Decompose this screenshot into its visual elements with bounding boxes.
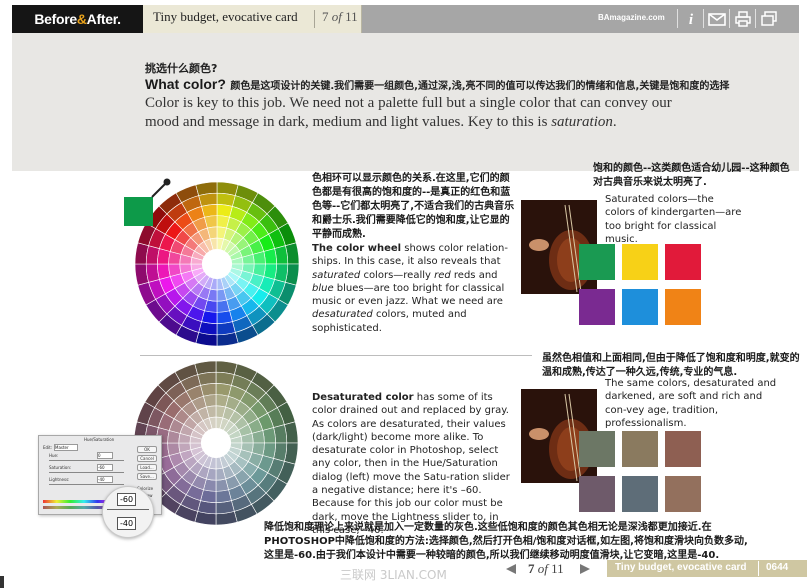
saturation-label: Saturation:: [49, 465, 72, 470]
section-divider: [140, 355, 532, 356]
saturation-field[interactable]: -60: [97, 464, 113, 471]
right1-en: Saturated colors—the colors of kindergar…: [605, 194, 742, 245]
saturated-swatch: [622, 244, 658, 280]
eyedropper-icon: [151, 178, 171, 198]
dialog-title: Hue/Saturation: [84, 437, 115, 442]
lightness-slider[interactable]: [49, 484, 124, 485]
next-arrow-icon[interactable]: [578, 563, 592, 575]
section2-text: Desaturated color has some of its color …: [312, 392, 510, 536]
intro-body-en-line2: mood and message in dark, medium and lig…: [145, 114, 617, 130]
section1-en: The color wheel shows color relation-shi…: [312, 243, 508, 334]
wheel-segment: [263, 248, 277, 265]
logo[interactable]: Before&After.: [12, 5, 143, 33]
email-icon[interactable]: [707, 9, 727, 29]
section1-text: 色相环可以显示颜色的关系.在这里,它们的颜色都是有很高的饱和度的--是真正的红色…: [312, 172, 517, 335]
windows-icon[interactable]: [759, 9, 779, 29]
lightness-field[interactable]: -40: [97, 476, 113, 483]
intro-heading-line: What color? 颜色是这项设计的关键.我们需要一组颜色,通过深,浅,亮不…: [145, 76, 729, 94]
ok-button[interactable]: OK: [137, 446, 157, 453]
toolbar-separator: [729, 9, 730, 28]
cancel-button[interactable]: Cancel: [137, 455, 157, 462]
wheel-segment: [201, 204, 218, 218]
site-link[interactable]: BAmagazine.com: [598, 13, 665, 22]
toolbar-separator: [703, 9, 704, 28]
footer-page-number: 0644: [766, 562, 789, 573]
wheel-segment: [262, 427, 276, 444]
wheel-segment: [157, 263, 171, 280]
watermark: 三联网 3LIAN.COM: [340, 568, 447, 582]
desaturated-swatch: [665, 431, 701, 467]
corner-mark: [0, 576, 4, 588]
intro-heading-en: What color?: [145, 76, 226, 92]
saturated-color-wheel: [124, 178, 300, 347]
right2-en: The same colors, desaturated and darkene…: [605, 378, 777, 429]
print-icon[interactable]: [733, 9, 753, 29]
selected-color-swatch: [124, 197, 153, 226]
edit-select[interactable]: Master: [54, 444, 78, 451]
wheel-segment: [215, 489, 232, 503]
footer-title: Tiny budget, evocative card: [615, 562, 747, 573]
page-indicator: 7 of 11: [322, 9, 358, 24]
hue-label: Hue:: [49, 453, 59, 458]
zoom-callout: -60 -40: [102, 486, 154, 538]
intro-heading-zh: 挑选什么颜色?: [145, 62, 218, 75]
intro-body-zh: 颜色是这项设计的关键.我们需要一组颜色,通过深,浅,亮不同的值可以传达我们的情绪…: [230, 81, 730, 92]
saturated-swatch: [579, 244, 615, 280]
desaturated-swatch: [579, 431, 615, 467]
section1-zh: 色相环可以显示颜色的关系.在这里,它们的颜色都是有很高的饱和度的--是真正的红色…: [312, 173, 515, 240]
bottom-zh-text: 降低饱和度理论上来说就是加入一定数量的灰色.这些低饱和度的颜色其色相无论是深浅都…: [264, 522, 748, 561]
desaturated-swatches: [579, 431, 707, 513]
toolbar-separator: [677, 9, 678, 28]
right1-zh: 饱和的颜色--这类颜色适合幼儿园--这种颜色对古典音乐来说太明亮了.: [593, 163, 790, 188]
desaturated-swatch: [579, 476, 615, 512]
saturated-swatches: [579, 244, 707, 326]
wheel-center: [202, 429, 230, 457]
saturated-swatch: [665, 289, 701, 325]
footer-separator: [758, 561, 759, 576]
wheel-center: [203, 250, 231, 278]
zoom-saturation-value: -60: [117, 493, 137, 506]
footer-page-indicator: 7 of 11: [528, 561, 564, 576]
lightness-label: Lightness:: [49, 477, 70, 482]
right2-zh: 虽然色相值和上面相同,但由于降低了饱和度和明度,就变的温和成熟,传达了一种久远,…: [542, 353, 800, 378]
saturated-swatch: [665, 244, 701, 280]
info-icon[interactable]: i: [681, 9, 701, 29]
divider: [314, 10, 315, 28]
saturation-slider[interactable]: [49, 472, 124, 473]
saturated-swatch: [622, 289, 658, 325]
wheel-segment: [200, 383, 217, 397]
desaturated-swatch: [622, 431, 658, 467]
desaturated-swatch: [665, 476, 701, 512]
toolbar-separator: [755, 9, 756, 28]
desaturated-swatch: [622, 476, 658, 512]
hue-field[interactable]: 0: [97, 452, 113, 459]
hue-slider[interactable]: [49, 460, 124, 461]
prev-arrow-icon[interactable]: [504, 563, 518, 575]
svg-text:i: i: [689, 12, 694, 28]
edit-label: Edit:: [43, 445, 53, 450]
zoom-lightness-value: -40: [117, 517, 137, 530]
saturated-swatch: [579, 289, 615, 325]
save-button[interactable]: Save...: [137, 473, 157, 480]
intro-body-en-line1: Color is key to this job. We need not a …: [145, 95, 672, 111]
wheel-segment: [216, 310, 233, 324]
article-title: Tiny budget, evocative card: [153, 9, 298, 24]
zoom-slider-track: [107, 509, 149, 510]
load-button[interactable]: Load...: [137, 464, 157, 471]
